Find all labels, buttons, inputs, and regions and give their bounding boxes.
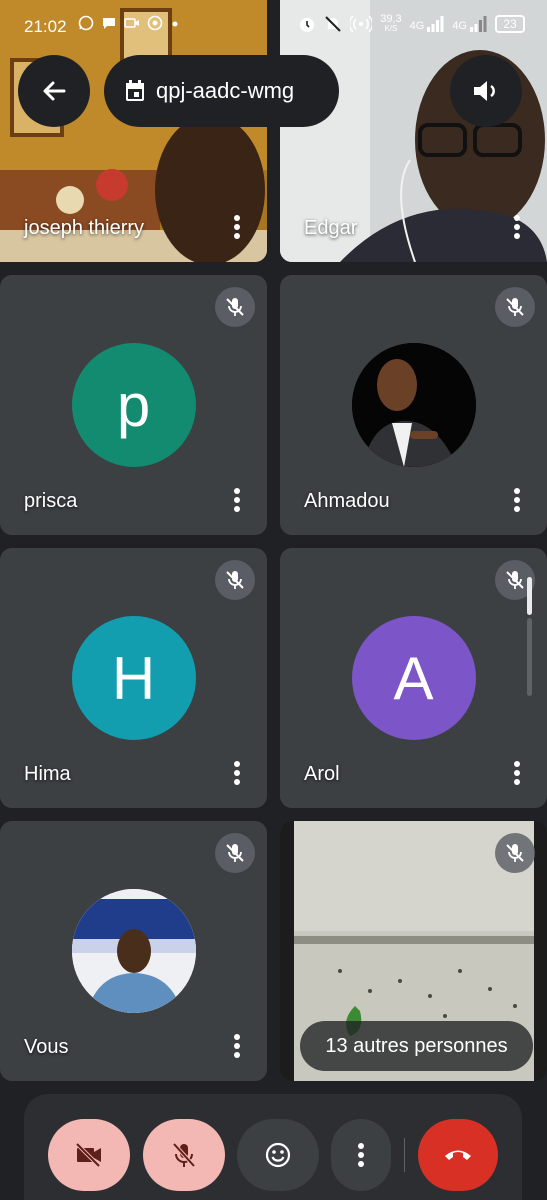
meeting-code-pill[interactable]: qpj-aadc-wmg <box>104 55 339 127</box>
signal-bars-icon <box>470 16 487 32</box>
network-speed: 39,3 K/S <box>380 13 402 34</box>
participant-more-button[interactable] <box>227 210 247 244</box>
meeting-code: qpj-aadc-wmg <box>156 78 295 103</box>
participant-name: Ahmadou <box>304 490 390 512</box>
participant-tile[interactable]: A Arol <box>280 548 547 808</box>
more-vert-icon <box>234 215 240 239</box>
signal-1: 4G <box>410 16 445 32</box>
participant-name: Arol <box>304 763 340 785</box>
mic-off-icon <box>506 844 524 862</box>
muted-indicator <box>215 287 255 327</box>
bell-off-icon <box>325 16 341 32</box>
participant-name: Hima <box>24 763 71 785</box>
muted-indicator <box>495 833 535 873</box>
whatsapp-icon <box>78 15 94 31</box>
video-notif-icon <box>124 18 139 28</box>
participant-name: joseph thierry <box>24 217 145 239</box>
mic-off-icon <box>172 1142 196 1168</box>
participant-name: Vous <box>24 1036 69 1058</box>
scrollbar-track <box>527 618 532 696</box>
participant-more-button[interactable] <box>227 1029 247 1063</box>
signal-2: 4G <box>452 16 487 32</box>
more-vert-icon <box>514 761 520 785</box>
participant-more-button[interactable] <box>507 210 527 244</box>
audio-output-button[interactable] <box>450 55 522 127</box>
call-controls-bar <box>24 1094 522 1200</box>
avatar: A <box>351 616 476 740</box>
participant-tile[interactable]: H Hima <box>0 548 267 808</box>
mic-toggle-button[interactable] <box>143 1119 225 1191</box>
status-time: 21:02 <box>24 17 67 36</box>
avatar-photo <box>71 889 196 1013</box>
muted-indicator <box>215 560 255 600</box>
mic-off-icon <box>506 298 524 316</box>
system-icons: 39,3 K/S 4G 4G 23 <box>298 14 525 34</box>
profile-photo <box>71 889 196 1013</box>
avatar-photo <box>351 343 476 467</box>
self-tile[interactable]: Vous <box>0 821 267 1081</box>
volume-icon <box>474 81 495 101</box>
back-button[interactable] <box>18 55 90 127</box>
signal-bars-icon <box>427 16 444 32</box>
avatar: H <box>71 616 196 740</box>
arrow-back-icon <box>43 81 66 101</box>
scrollbar-thumb[interactable] <box>527 577 532 615</box>
participant-tile[interactable]: p prisca <box>0 275 267 535</box>
profile-photo <box>351 343 476 467</box>
more-vert-icon <box>234 1034 240 1058</box>
muted-indicator <box>495 287 535 327</box>
mic-off-icon <box>226 298 244 316</box>
participant-tile[interactable]: Ahmadou <box>280 275 547 535</box>
more-vert-icon <box>358 1143 364 1167</box>
muted-indicator <box>215 833 255 873</box>
participant-more-button[interactable] <box>227 483 247 517</box>
reactions-button[interactable] <box>237 1119 319 1191</box>
more-vert-icon <box>514 215 520 239</box>
camera-toggle-button[interactable] <box>48 1119 130 1191</box>
alarm-icon <box>300 18 315 32</box>
call-end-icon <box>445 1150 471 1160</box>
avatar: p <box>71 343 196 467</box>
chat-icon <box>103 18 115 29</box>
participant-name: prisca <box>24 490 78 512</box>
more-options-button[interactable] <box>331 1119 391 1191</box>
participant-name: Edgar <box>304 217 358 239</box>
calendar-icon <box>126 80 144 101</box>
control-divider <box>404 1138 405 1172</box>
participant-more-button[interactable] <box>227 756 247 790</box>
dot-icon <box>172 21 178 27</box>
status-bar: 21:02 39,3 K/S 4G 4G 23 <box>0 0 547 52</box>
notification-icons <box>78 15 180 31</box>
more-vert-icon <box>234 488 240 512</box>
mic-off-icon <box>226 571 244 589</box>
battery-indicator: 23 <box>495 15 525 33</box>
mic-off-icon <box>226 844 244 862</box>
participant-more-button[interactable] <box>507 483 527 517</box>
hang-up-button[interactable] <box>418 1119 498 1191</box>
emoji-icon <box>265 1142 291 1168</box>
chrome-icon <box>147 15 163 31</box>
more-vert-icon <box>234 761 240 785</box>
hotspot-icon <box>350 15 373 33</box>
camera-off-icon <box>75 1142 101 1168</box>
more-vert-icon <box>514 488 520 512</box>
participant-more-button[interactable] <box>507 756 527 790</box>
others-count-pill[interactable]: 13 autres personnes <box>300 1021 533 1071</box>
mic-off-icon <box>506 571 524 589</box>
